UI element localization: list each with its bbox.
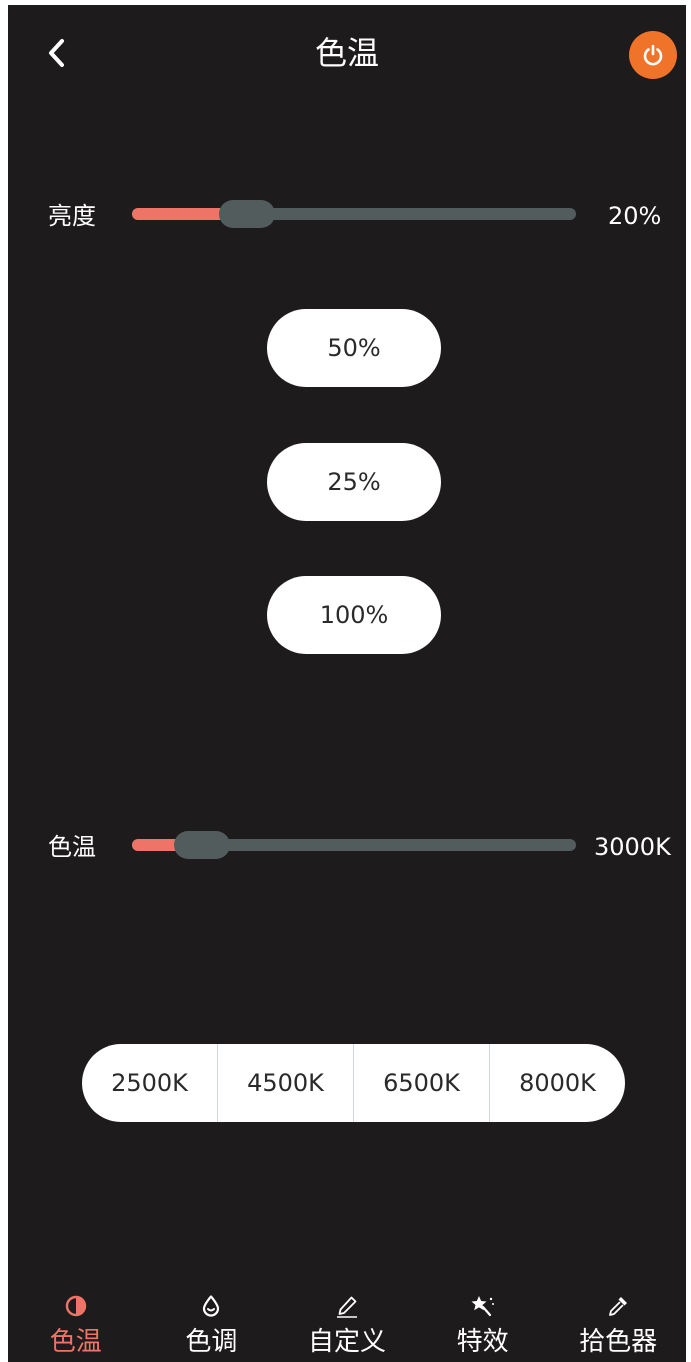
nav-item-color-picker[interactable]: 拾色器 xyxy=(550,1288,686,1362)
temp-option-6500k[interactable]: 6500K xyxy=(353,1044,489,1122)
temp-option-8000k[interactable]: 8000K xyxy=(489,1044,625,1122)
eyedropper-icon xyxy=(609,1297,628,1316)
color-temp-value: 3000K xyxy=(594,833,671,861)
screen: 色温 亮度 20% 50% 25% 100% 色温 3000K 2500K 45… xyxy=(8,5,686,1362)
nav-label: 自定义 xyxy=(307,1327,386,1357)
power-icon xyxy=(643,44,663,66)
nav-label: 色调 xyxy=(185,1327,238,1357)
slider-fill xyxy=(132,208,221,220)
preset-button-100[interactable]: 100% xyxy=(267,576,441,654)
page-title: 色温 xyxy=(314,34,379,72)
droplet-icon xyxy=(203,1295,220,1317)
pencil-icon xyxy=(336,1296,357,1318)
color-temp-slider[interactable] xyxy=(132,831,576,859)
color-temp-label: 色温 xyxy=(48,833,96,861)
brightness-slider[interactable] xyxy=(132,200,576,228)
preset-button-50[interactable]: 50% xyxy=(267,309,441,387)
power-button[interactable] xyxy=(629,31,677,79)
slider-fill xyxy=(132,839,176,851)
nav-item-hue[interactable]: 色调 xyxy=(144,1288,280,1362)
temp-option-4500k[interactable]: 4500K xyxy=(217,1044,353,1122)
nav-label: 特效 xyxy=(456,1327,509,1357)
temp-option-2500k[interactable]: 2500K xyxy=(82,1044,217,1122)
slider-thumb[interactable] xyxy=(219,200,275,228)
nav-label: 拾色器 xyxy=(579,1327,658,1357)
brightness-label: 亮度 xyxy=(48,202,96,230)
slider-thumb[interactable] xyxy=(174,831,230,859)
temp-preset-segmented-control: 2500K 4500K 6500K 8000K xyxy=(82,1044,625,1122)
bottom-nav: 色温 色调 自定义 特效 拾色器 xyxy=(8,1288,686,1362)
brightness-value: 20% xyxy=(608,202,662,230)
nav-label: 色温 xyxy=(49,1327,102,1357)
nav-item-effects[interactable]: 特效 xyxy=(415,1288,551,1362)
contrast-icon xyxy=(65,1295,86,1317)
preset-button-25[interactable]: 25% xyxy=(267,443,441,521)
nav-item-custom[interactable]: 自定义 xyxy=(279,1288,415,1362)
nav-item-color-temp[interactable]: 色温 xyxy=(8,1288,144,1362)
magic-wand-icon xyxy=(471,1296,494,1317)
